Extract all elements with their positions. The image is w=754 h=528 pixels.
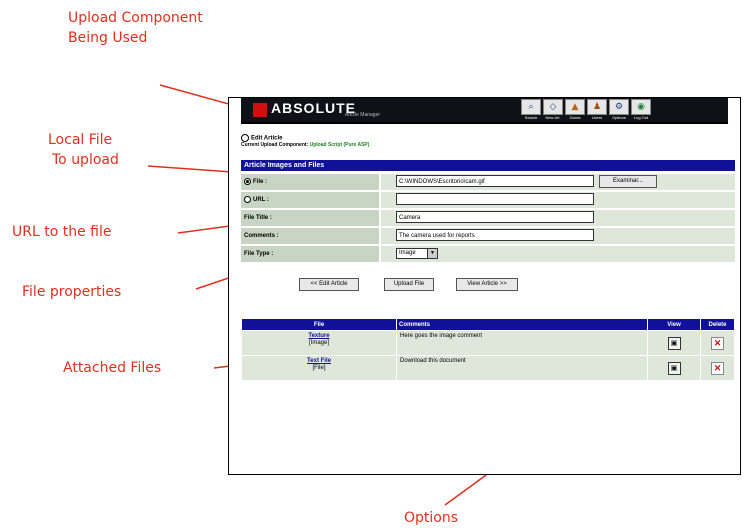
logo-text: ABSOLUTE — [271, 100, 356, 116]
toolbar: ⌕ Search ◇ New Art. ▲ Zones ♟ Users ⚙ Op… — [521, 99, 651, 121]
file-label: File : — [241, 174, 379, 190]
delete-cell: ✕ — [700, 330, 735, 356]
annotation-options: Options — [404, 510, 459, 526]
toolbar-label: Users — [591, 115, 603, 120]
file-link[interactable]: Texture — [245, 333, 393, 340]
annotation-attached-files: Attached Files — [63, 360, 162, 376]
app-header: ABSOLUTE Article Manager ⌕ Search ◇ New … — [241, 98, 728, 124]
current-component-label: Current Upload Component: — [241, 142, 309, 148]
logo-icon — [253, 103, 267, 117]
toolbar-search[interactable]: ⌕ Search — [521, 99, 541, 121]
view-cell: ▣ — [647, 355, 701, 381]
delete-cell: ✕ — [700, 355, 735, 381]
title-input[interactable]: Camera — [396, 211, 594, 223]
options-icon: ⚙ — [609, 99, 629, 115]
file-cell: Text File [File] — [241, 355, 397, 381]
toolbar-label: New Art. — [545, 115, 561, 120]
zones-icon: ▲ — [565, 99, 585, 115]
header-view: View — [647, 318, 701, 331]
url-label-text: URL : — [253, 197, 269, 203]
file-radio[interactable] — [244, 177, 251, 185]
delete-icon[interactable]: ✕ — [711, 361, 724, 375]
toolbar-zones[interactable]: ▲ Zones — [565, 99, 585, 121]
type-cell: Image ▼ — [381, 246, 735, 262]
file-cell: C:\WINDOWS\Escritorio\cam.gif Examinar..… — [381, 174, 735, 190]
annotation-file-properties: File properties — [22, 284, 122, 300]
annotation-upload-component: Upload Component Being Used — [68, 8, 203, 48]
title-cell: Camera — [381, 210, 735, 226]
title-label: File Title : — [241, 210, 379, 226]
annotation-text: Local File — [48, 132, 113, 148]
file-type-select[interactable]: Image ▼ — [396, 248, 438, 259]
header-comments: Comments — [396, 318, 648, 331]
attached-files-table: File Comments View Delete Texture [Image… — [241, 318, 735, 381]
annotation-text: To upload — [52, 152, 119, 168]
table-header-row: File Comments View Delete — [241, 318, 735, 331]
url-radio[interactable] — [244, 195, 251, 203]
users-icon: ♟ — [587, 99, 607, 115]
file-cell: Texture [Image] — [241, 330, 397, 356]
new-article-icon: ◇ — [543, 99, 563, 115]
toolbar-label: Log Out — [633, 115, 649, 120]
edit-article-button[interactable]: << Edit Article — [299, 278, 359, 291]
toolbar-label: Options — [612, 115, 626, 120]
delete-icon[interactable]: ✕ — [711, 336, 724, 350]
edit-article-text: Edit Article — [251, 135, 283, 142]
url-label: URL : — [241, 192, 379, 208]
search-icon: ⌕ — [521, 99, 541, 115]
header-delete: Delete — [700, 318, 735, 331]
toolbar-label: Zones — [569, 115, 581, 120]
annotation-text: Upload Component — [68, 10, 203, 26]
table-row: Texture [Image] Here goes the image comm… — [241, 330, 735, 356]
header-file: File — [241, 318, 397, 331]
file-type-value: Image — [399, 250, 416, 256]
file-type: [Image] — [308, 340, 329, 346]
type-row: File Type : Image ▼ — [241, 246, 735, 263]
back-icon — [241, 134, 249, 142]
browse-button[interactable]: Examinar... — [599, 175, 657, 188]
file-input[interactable]: C:\WINDOWS\Escritorio\cam.gif — [396, 175, 594, 187]
section-title: Article Images and Files — [241, 160, 735, 171]
toolbar-users[interactable]: ♟ Users — [587, 99, 607, 121]
current-component-value: Upload Script (Pure ASP) — [309, 142, 370, 148]
url-input[interactable] — [396, 193, 594, 205]
url-row: URL : — [241, 192, 735, 209]
comment-cell: Download this document — [396, 355, 648, 381]
type-label: File Type : — [241, 246, 379, 262]
toolbar-logout[interactable]: ◉ Log Out — [631, 99, 651, 121]
toolbar-new-article[interactable]: ◇ New Art. — [543, 99, 563, 121]
comments-row: Comments : The camera used for reports — [241, 228, 735, 245]
edit-article-link[interactable]: Edit Article — [241, 134, 282, 142]
view-icon[interactable]: ▣ — [667, 361, 681, 375]
file-row: File : C:\WINDOWS\Escritorio\cam.gif Exa… — [241, 174, 735, 191]
comment-cell: Here goes the image comment — [396, 330, 648, 356]
comments-cell: The camera used for reports — [381, 228, 735, 244]
logout-icon: ◉ — [631, 99, 651, 115]
table-row: Text File [File] Download this document … — [241, 355, 735, 381]
upload-file-button[interactable]: Upload File — [384, 278, 434, 291]
file-type: [File] — [312, 365, 326, 371]
toolbar-options[interactable]: ⚙ Options — [609, 99, 629, 121]
view-icon[interactable]: ▣ — [667, 336, 681, 350]
file-label-text: File : — [253, 179, 268, 185]
annotation-url: URL to the file — [12, 224, 112, 240]
annotation-text: Being Used — [68, 30, 148, 46]
app-window: ABSOLUTE Article Manager ⌕ Search ◇ New … — [228, 97, 741, 475]
comments-label: Comments : — [241, 228, 379, 244]
comments-input[interactable]: The camera used for reports — [396, 229, 594, 241]
logo-subtitle: Article Manager — [345, 112, 381, 118]
chevron-down-icon: ▼ — [427, 249, 437, 258]
annotation-local-file: Local File To upload — [48, 130, 119, 170]
view-article-button[interactable]: View Article >> — [456, 278, 518, 291]
current-component: Current Upload Component: Upload Script … — [241, 142, 369, 148]
file-link[interactable]: Text File — [245, 358, 393, 365]
toolbar-label: Search — [524, 115, 538, 120]
title-row: File Title : Camera — [241, 210, 735, 227]
view-cell: ▣ — [647, 330, 701, 356]
url-cell — [381, 192, 735, 208]
